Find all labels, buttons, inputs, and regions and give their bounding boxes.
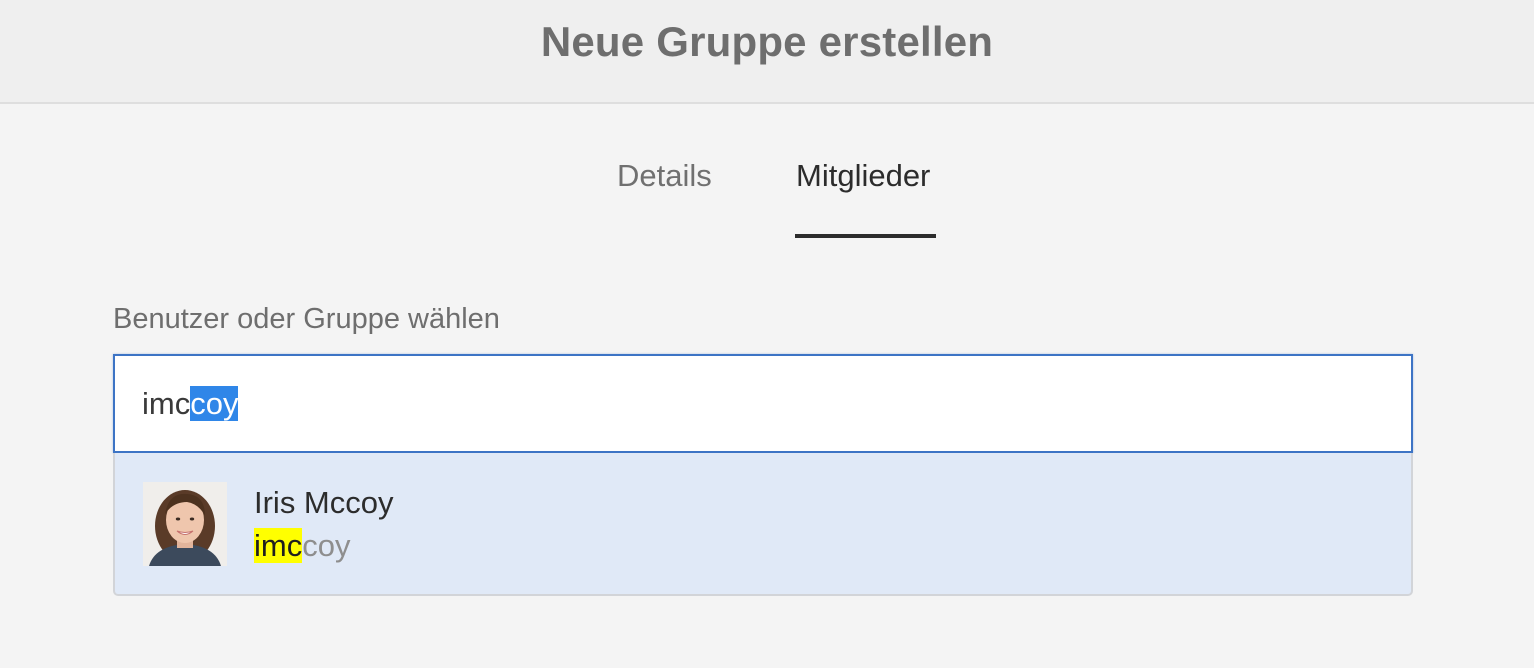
suggestion-dropdown: Iris Mccoy imccoy bbox=[113, 453, 1413, 596]
suggestion-user-id: imccoy bbox=[254, 528, 350, 564]
tab-bar: Details Mitglieder bbox=[0, 150, 1534, 242]
avatar bbox=[143, 482, 227, 566]
suggestion-name: Iris Mccoy bbox=[254, 485, 394, 520]
tab-details[interactable]: Details bbox=[617, 158, 712, 194]
suggestion-id-match-highlight: imc bbox=[254, 528, 303, 563]
tab-mitglieder[interactable]: Mitglieder bbox=[796, 158, 930, 194]
person-photo-icon bbox=[143, 482, 227, 566]
dialog-title: Neue Gruppe erstellen bbox=[540, 18, 994, 65]
member-search-input[interactable]: imccoy bbox=[113, 354, 1413, 453]
suggestion-id-rest: coy bbox=[302, 528, 351, 563]
member-field-label: Benutzer oder Gruppe wählen bbox=[113, 303, 500, 335]
search-typed-text: imc bbox=[142, 386, 191, 421]
suggestion-item[interactable]: Iris Mccoy imccoy bbox=[115, 453, 1411, 594]
search-autocomplete-selection: coy bbox=[190, 386, 239, 421]
active-tab-indicator bbox=[795, 234, 936, 238]
dialog-header: Neue Gruppe erstellen bbox=[0, 0, 1534, 104]
